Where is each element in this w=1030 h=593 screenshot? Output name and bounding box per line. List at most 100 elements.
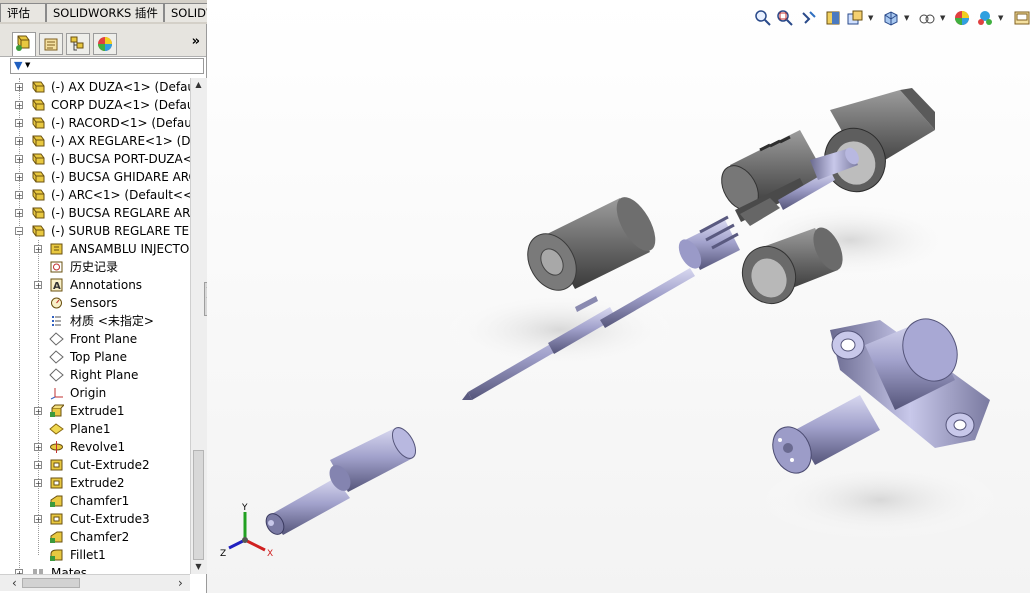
expand-toggle-icon[interactable]: + — [34, 245, 42, 254]
tab-display-manager[interactable] — [93, 33, 117, 55]
tree-filter[interactable]: ▼ ▼ — [10, 58, 204, 74]
extrude-icon — [49, 404, 66, 418]
tree-component[interactable]: + (-) BUCSA PORT-DUZA< — [0, 150, 190, 168]
configuration-manager-icon — [70, 36, 84, 51]
tab-solidworks-addins[interactable]: SOLIDWORKS 插件 — [46, 3, 164, 22]
tab-property-manager[interactable] — [39, 33, 63, 55]
scroll-up-arrow-icon[interactable]: ▲ — [191, 78, 206, 92]
material-icon — [49, 314, 64, 328]
chevron-down-icon[interactable]: ▼ — [904, 14, 909, 22]
tree-feature[interactable]: + Extrude1 — [0, 402, 190, 420]
tab-evaluate[interactable]: 评估 — [0, 3, 46, 22]
tree-item-label: (-) RACORD<1> (Default — [51, 116, 190, 130]
history-icon — [49, 260, 64, 274]
model-view: Y X Z — [207, 0, 1030, 593]
expand-toggle-icon[interactable]: + — [15, 101, 23, 110]
tree-feature[interactable]: Fillet1 — [0, 546, 190, 564]
tree-component[interactable]: + (-) RACORD<1> (Default — [0, 114, 190, 132]
tab-feature-tree[interactable] — [12, 32, 36, 56]
tree-item-label: (-) SURUB REGLARE TEN — [51, 224, 190, 238]
tree-item-label: (-) BUCSA PORT-DUZA< — [51, 152, 190, 166]
tree-item-label: Extrude1 — [70, 404, 125, 418]
expand-toggle-icon[interactable]: + — [15, 137, 23, 146]
tree-horizontal-scrollbar[interactable]: ‹ › — [0, 574, 190, 591]
scroll-down-arrow-icon[interactable]: ▼ — [191, 560, 206, 574]
collapse-toggle-icon[interactable]: − — [15, 227, 23, 236]
zoom-to-area-icon[interactable] — [776, 9, 794, 27]
expand-toggle-icon[interactable]: + — [15, 155, 23, 164]
tree-feature[interactable]: + ANSAMBLU INJECTO — [0, 240, 190, 258]
expand-toggle-icon[interactable]: + — [34, 515, 42, 524]
tree-component[interactable]: + (-) ARC<1> (Default<<D — [0, 186, 190, 204]
tree-component[interactable]: − (-) SURUB REGLARE TEN — [0, 222, 190, 240]
graphics-area[interactable]: Y X Z ▼ ▼ ▼ ▼ ▼ — [207, 0, 1030, 593]
dynamic-annotation-view-icon[interactable] — [846, 9, 864, 27]
tree-item-label: (-) AX REGLARE<1> (De — [51, 134, 190, 148]
svg-text:A: A — [53, 281, 61, 292]
tree-feature[interactable]: Top Plane — [0, 348, 190, 366]
expand-toggle-icon[interactable]: + — [15, 83, 23, 92]
expand-toggle-icon[interactable]: + — [15, 119, 23, 128]
tree-feature[interactable]: + Cut-Extrude3 — [0, 510, 190, 528]
tab-configuration-manager[interactable] — [66, 33, 90, 55]
expand-toggle-icon[interactable]: + — [34, 443, 42, 452]
tree-feature[interactable]: Front Plane — [0, 330, 190, 348]
scroll-right-arrow-icon[interactable]: › — [178, 575, 183, 591]
tree-component[interactable]: + (-) BUCSA REGLARE ARC — [0, 204, 190, 222]
extrude-icon — [49, 476, 64, 490]
tree-feature[interactable]: Right Plane — [0, 366, 190, 384]
expand-toggle-icon[interactable]: + — [34, 407, 42, 416]
expand-toggle-icon[interactable]: + — [15, 173, 23, 182]
tree-feature[interactable]: + Cut-Extrude2 — [0, 456, 190, 474]
apply-scene-icon[interactable] — [976, 9, 994, 27]
display-style-icon[interactable] — [918, 9, 936, 27]
tree-feature[interactable]: Plane1 — [0, 420, 190, 438]
chevron-down-icon[interactable]: ▼ — [868, 14, 873, 22]
section-view-icon[interactable] — [824, 9, 842, 27]
view-settings-icon[interactable] — [1013, 9, 1030, 27]
tree-feature[interactable]: Chamfer2 — [0, 528, 190, 546]
tree-feature[interactable]: Sensors — [0, 294, 190, 312]
tree-item-label: Cut-Extrude3 — [70, 512, 150, 526]
tree-feature[interactable]: + Revolve1 — [0, 438, 190, 456]
display-manager-icon — [98, 37, 112, 51]
expand-toggle-icon[interactable]: + — [15, 209, 23, 218]
view-orientation-icon[interactable] — [882, 9, 900, 27]
expand-toggle-icon[interactable]: + — [15, 191, 23, 200]
tree-feature[interactable]: Origin — [0, 384, 190, 402]
chevron-down-icon[interactable]: ▼ — [940, 14, 945, 22]
tree-item-label: ANSAMBLU INJECTO — [70, 242, 190, 256]
tree-item-label: 材质 <未指定> — [70, 314, 154, 328]
chevron-down-icon[interactable]: ▼ — [998, 14, 1003, 22]
feature-tree: + (-) AX DUZA<1> (Default + CORP DUZA<1> (D… — [0, 78, 190, 576]
tree-component[interactable]: + (-) BUCSA GHIDARE ARC — [0, 168, 190, 186]
chevron-down-icon: ▼ — [25, 61, 31, 69]
tree-vertical-scrollbar[interactable]: ▲ ▼ — [190, 78, 207, 574]
expand-toggle-icon[interactable]: + — [34, 461, 42, 470]
manager-tabs: » — [0, 24, 206, 57]
plane-icon — [49, 368, 64, 382]
tree-item-label: Annotations — [70, 278, 143, 292]
expand-toggle-icon[interactable]: + — [34, 281, 42, 290]
tree-feature[interactable]: + Extrude2 — [0, 474, 190, 492]
tree-component[interactable]: + (-) AX DUZA<1> (Default — [0, 78, 190, 96]
feature-tree-icon — [16, 35, 30, 51]
part-icon — [31, 152, 46, 166]
tree-component[interactable]: + CORP DUZA<1> (Default — [0, 96, 190, 114]
horizontal-scroll-thumb[interactable] — [22, 578, 80, 588]
tree-component[interactable]: + (-) AX REGLARE<1> (De — [0, 132, 190, 150]
edit-appearance-icon[interactable] — [953, 9, 971, 27]
tree-feature[interactable]: 材质 <未指定> — [0, 312, 190, 330]
tree-feature[interactable]: 历史记录 — [0, 258, 190, 276]
expand-toggle-icon[interactable]: + — [34, 479, 42, 488]
scroll-thumb[interactable] — [193, 450, 204, 560]
tree-item-label: Fillet1 — [70, 548, 106, 562]
tree-feature[interactable]: Chamfer1 — [0, 492, 190, 510]
zoom-to-fit-icon[interactable] — [754, 9, 772, 27]
expand-panel-button[interactable]: » — [192, 34, 200, 49]
tree-feature[interactable]: + A Annotations — [0, 276, 190, 294]
previous-view-icon[interactable] — [800, 9, 818, 27]
scroll-left-arrow-icon[interactable]: ‹ — [12, 575, 17, 591]
tree-item-label: Revolve1 — [70, 440, 126, 454]
tree-item-label: (-) BUCSA REGLARE ARC — [51, 206, 190, 220]
